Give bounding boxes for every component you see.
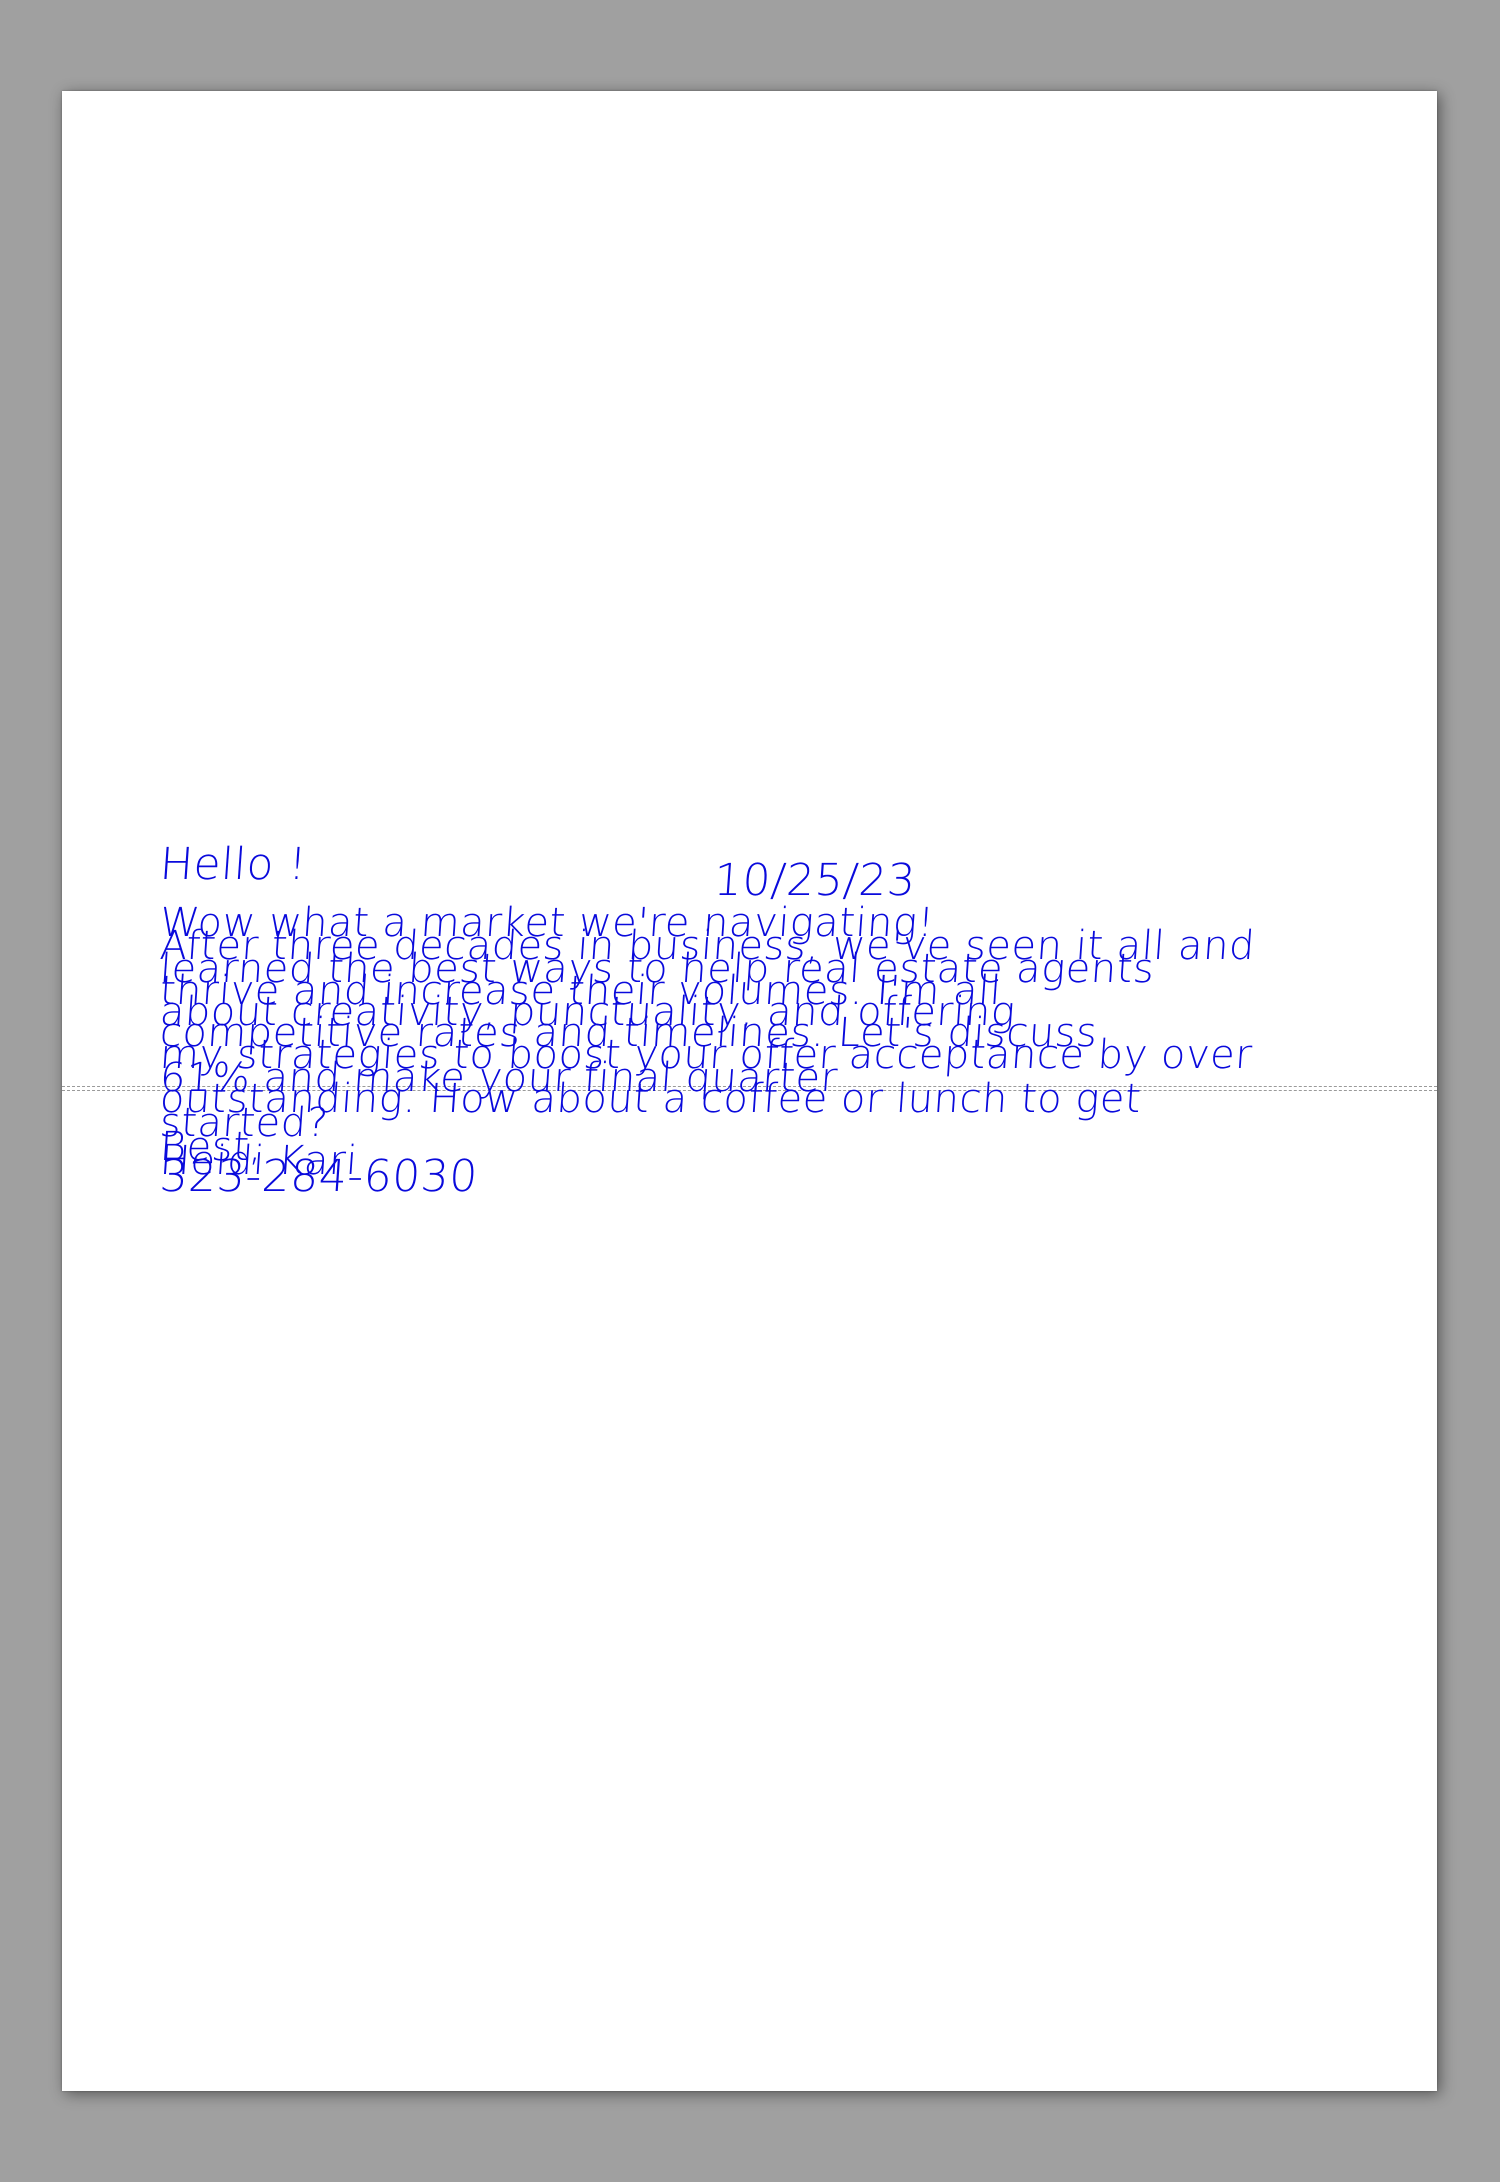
- letter-page: Hello ! 10/25/23 Wow what a market we're…: [62, 91, 1437, 2091]
- signer-phone: 323-284-6030: [158, 1151, 480, 1202]
- letter-date: 10/25/23: [712, 855, 918, 906]
- document-viewer: Hello ! 10/25/23 Wow what a market we're…: [0, 0, 1500, 2182]
- greeting: Hello !: [158, 839, 309, 890]
